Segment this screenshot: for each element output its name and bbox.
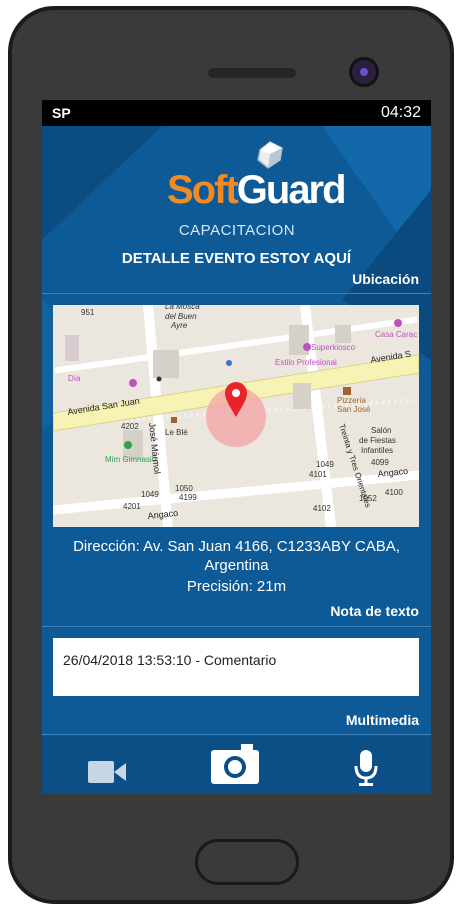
logo-subtitle: CAPACITACION bbox=[178, 222, 296, 239]
map-label: 4100 bbox=[385, 488, 403, 497]
divider bbox=[42, 734, 431, 735]
front-camera bbox=[349, 57, 379, 87]
map-canvas: 951 La Mosca del Buen Ayre Día Le Blé Mi… bbox=[53, 305, 419, 527]
precision-text: Precisión: 21m bbox=[186, 578, 287, 595]
map-label: Salón bbox=[371, 426, 391, 435]
multimedia-section-label: Multimedia bbox=[345, 712, 419, 728]
address-line-2: Argentina bbox=[204, 557, 269, 574]
speaker-grille bbox=[208, 68, 296, 78]
softguard-logo: SoftGuard CAPACITACION bbox=[167, 140, 347, 240]
map-label: San José bbox=[337, 405, 371, 414]
map-label: Pizzería bbox=[337, 396, 366, 405]
divider bbox=[42, 626, 431, 627]
map-label: Casa Carac bbox=[375, 330, 417, 339]
logo-soft: Soft bbox=[167, 168, 239, 212]
map-label: Infantiles bbox=[361, 446, 393, 455]
location-section-label: Ubicación bbox=[352, 271, 419, 287]
map-label: Día bbox=[68, 374, 81, 383]
map-label: 4102 bbox=[313, 504, 331, 513]
map-label: La Mosca bbox=[165, 305, 200, 311]
clock: 04:32 bbox=[380, 104, 421, 121]
status-bar: SP 04:32 bbox=[42, 100, 431, 126]
logo-wordmark: SoftGuard bbox=[167, 168, 347, 213]
map-label: 4202 bbox=[121, 422, 139, 431]
map-label: 951 bbox=[81, 308, 95, 317]
video-camera-icon[interactable] bbox=[88, 752, 126, 792]
map-label: 1049 bbox=[141, 490, 159, 499]
location-map[interactable]: 951 La Mosca del Buen Ayre Día Le Blé Mi… bbox=[53, 305, 419, 527]
map-label: Le Blé bbox=[165, 428, 188, 437]
page-title: DETALLE EVENTO ESTOY AQUÍ bbox=[121, 250, 352, 267]
map-label: de Fiestas bbox=[359, 436, 396, 445]
map-label: 4099 bbox=[371, 458, 389, 467]
logo-guard: Guard bbox=[236, 168, 347, 212]
map-label: Mim Gimnasio bbox=[105, 455, 157, 464]
map-label: 1052 bbox=[359, 494, 377, 503]
map-label: Estilo Profesional bbox=[275, 358, 337, 367]
note-field[interactable]: 26/04/2018 13:53:10 - Comentario bbox=[53, 638, 419, 696]
map-label: Ayre bbox=[170, 321, 188, 330]
map-label: del Buen bbox=[165, 312, 197, 321]
map-label: 1049 bbox=[316, 460, 334, 469]
text-note-section-label: Nota de texto bbox=[330, 603, 419, 619]
divider bbox=[42, 293, 431, 294]
multimedia-toolbar bbox=[42, 736, 431, 794]
app-screen: SP 04:32 SoftGuard CAPACITACION DETALLE … bbox=[42, 100, 431, 794]
map-label: 4101 bbox=[309, 470, 327, 479]
camera-icon[interactable] bbox=[211, 744, 259, 784]
map-label: 1050 bbox=[175, 484, 193, 493]
map-label: Superkiosco bbox=[311, 343, 356, 352]
address-line-1: Dirección: Av. San Juan 4166, C1233ABY C… bbox=[73, 538, 400, 555]
map-label: 4199 bbox=[179, 493, 197, 502]
home-button[interactable] bbox=[195, 839, 299, 885]
microphone-icon[interactable] bbox=[354, 748, 378, 788]
carrier-label: SP bbox=[52, 105, 71, 121]
map-label: 4201 bbox=[123, 502, 141, 511]
